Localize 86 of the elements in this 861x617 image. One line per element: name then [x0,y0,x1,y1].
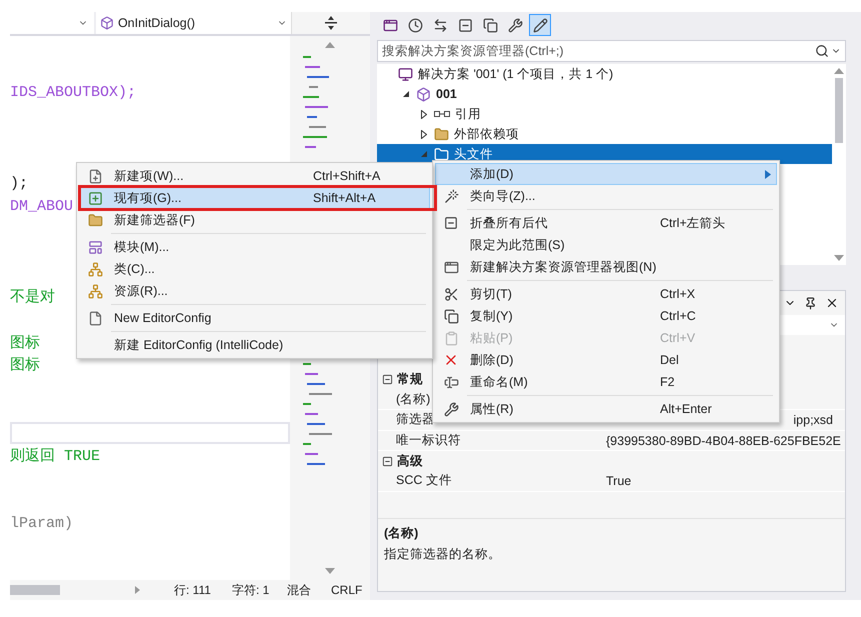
collapse-toggle[interactable] [382,456,393,467]
search-field[interactable]: 搜索解决方案资源管理器(Ctrl+;) [377,40,846,62]
category-label: 高级 [397,452,423,470]
menu-item[interactable]: New EditorConfig [79,307,430,329]
property-value: ipp;xsd [793,412,833,427]
scroll-up-icon[interactable] [834,68,844,74]
file-icon [88,310,102,326]
menu-item[interactable]: 新建筛选器(F) [79,209,430,231]
code-line: 则返回 TRUE [10,446,100,466]
menu-item[interactable]: 添加(D) [435,163,777,185]
property-value: {93995380-89BD-4B04-88EB-625FBE52E [606,434,841,448]
folder-icon [434,126,449,142]
text-cursor-icon [444,374,458,390]
pencil-icon [532,18,548,32]
description-text: 指定筛选器的名称。 [384,546,502,563]
tree-item[interactable]: 引用 [377,104,832,124]
property-name: 唯一标识符 [396,432,461,450]
folder-icon [88,212,102,228]
scroll-right-icon[interactable] [135,586,140,594]
wand-icon [444,188,458,204]
expander-icon[interactable] [402,90,410,98]
line-ending-indicator: CRLF [331,583,364,597]
cube-icon [100,16,114,30]
tree-item[interactable]: 001 [377,84,832,104]
swap-arrows-icon [432,18,448,32]
line-number: 行: 111 [174,582,212,598]
encoding-indicator: 混合 [287,582,312,598]
code-line: ); [10,174,28,192]
wrench-icon [508,18,522,32]
window-icon [444,260,458,274]
references-icon [434,110,450,118]
copy-icon [444,308,458,324]
copy-icon [482,18,498,32]
menu-item[interactable]: 重命名(M) F2 [435,371,777,393]
code-line: 图标 [10,334,40,352]
code-line: 图标 [10,356,40,374]
collapse-toggle[interactable] [382,374,393,386]
file-plus-icon [88,168,102,184]
menu-item[interactable]: 新建 EditorConfig (IntelliCode) [79,334,430,356]
pin-icon[interactable] [804,296,817,310]
expander-icon[interactable] [421,110,427,118]
window-icon [382,18,398,32]
menu-item[interactable]: 删除(D) Del [435,349,777,371]
menu-item[interactable]: 资源(R)... [79,280,430,302]
category-label: 常规 [397,371,423,388]
scroll-down-icon[interactable] [325,568,335,574]
menu-item[interactable]: 类向导(Z)... [435,185,777,207]
code-line: 不是对 [10,288,55,306]
close-icon[interactable] [825,296,839,310]
wrench-icon [444,402,458,416]
menu-item[interactable]: 剪切(T) Ctrl+X [435,283,777,305]
scrollbar-thumb[interactable] [835,78,843,143]
tree-item[interactable]: 外部依赖项 [377,124,832,144]
property-value: True [606,474,632,488]
toolbar-button[interactable] [529,14,551,36]
menu-item[interactable]: 限定为此范围(S) [435,234,777,256]
tree-item[interactable]: 解决方案 '001' (1 个项目，共 1 个) [377,64,832,84]
expander-icon[interactable] [421,130,427,138]
menu-item[interactable]: 模块(M)... [79,236,430,258]
minus-square-icon [444,216,458,230]
menu-item[interactable]: 新建解决方案资源管理器视图(N) [435,256,777,278]
clock-icon [408,18,422,32]
network-icon [88,262,102,276]
code-line: lParam) [10,515,74,532]
menu-item[interactable]: 属性(R) Alt+Enter [435,398,777,420]
description-title: (名称) [384,525,420,542]
minus-square-icon [458,18,472,32]
code-line: IDS_ABOUTBOX); [10,84,136,102]
scroll-down-icon[interactable] [834,255,844,261]
property-name: SCC 文件 [396,472,452,490]
scissors-icon [444,286,458,302]
menu-item[interactable]: 折叠所有后代 Ctrl+左箭头 [435,212,777,234]
square-plus-icon [88,190,102,206]
menu-item[interactable]: 新建项(W)... Ctrl+Shift+A [79,165,430,187]
search-icon[interactable] [815,44,829,58]
menu-item[interactable]: 复制(Y) Ctrl+C [435,305,777,327]
split-icon[interactable] [325,16,338,30]
property-name: (名称) [396,390,430,408]
horizontal-scrollbar[interactable] [10,584,140,596]
menu-item[interactable]: 类(C)... [79,258,430,280]
column-number: 字符: 1 [232,582,270,598]
clipboard-icon [444,330,458,346]
panel-icon [88,240,102,254]
code-line: DM_ABOU [10,198,74,215]
network-icon [88,284,102,298]
scroll-up-icon[interactable] [325,42,335,48]
